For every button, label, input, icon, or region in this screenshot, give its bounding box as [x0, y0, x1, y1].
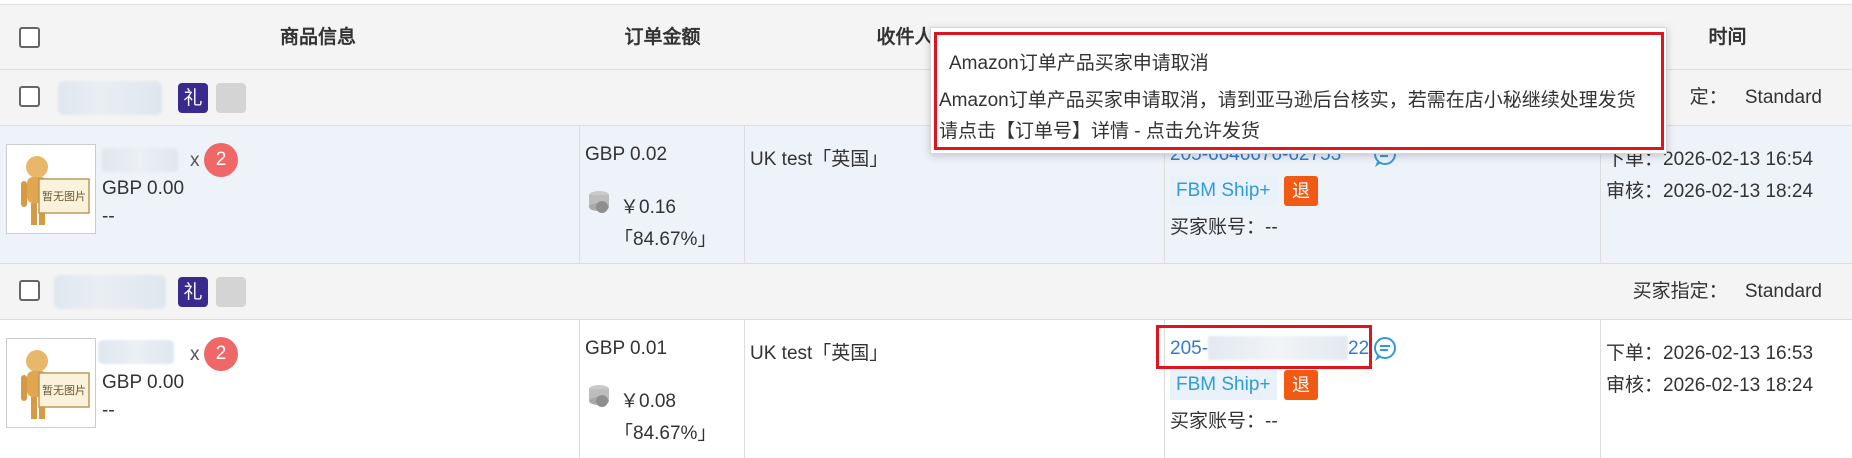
tooltip-highlight	[934, 32, 1664, 150]
buyer-account: 买家账号：--	[1170, 212, 1278, 239]
buyer-spec: 定： Standard	[1690, 70, 1822, 126]
order-group-header: 礼 买家指定： Standard	[0, 264, 1852, 320]
no-image-icon: 暂无图片	[7, 145, 95, 233]
buyer-spec: 买家指定： Standard	[1633, 264, 1822, 320]
placed-label: 下单：	[1606, 343, 1664, 364]
product-image[interactable]: 暂无图片	[6, 144, 96, 234]
buyer-spec-label: 定：	[1689, 87, 1728, 108]
buyer-account-value: --	[1265, 217, 1278, 238]
no-image-label: 暂无图片	[42, 190, 86, 203]
buyer-account-label: 买家账号：	[1170, 217, 1266, 238]
margin-value: 「84.67%」	[614, 229, 717, 250]
flag-icon	[216, 83, 246, 113]
store-name-redacted	[54, 275, 166, 309]
flag-icon	[216, 277, 246, 307]
coin-icon	[589, 191, 609, 213]
sku-extra: --	[102, 400, 115, 421]
refund-badge: 退	[1284, 176, 1318, 206]
order-amount: GBP 0.02	[585, 144, 668, 165]
coin-icon	[589, 385, 609, 407]
margin-value: 「84.67%」	[614, 423, 717, 444]
audit-time: 审核：2026-02-13 18:24	[1606, 176, 1813, 203]
ship-tag: FBM Ship+	[1170, 176, 1277, 206]
buyer-account-label: 买家账号：	[1170, 411, 1266, 432]
group-checkbox[interactable]	[19, 280, 40, 301]
audit-label: 审核：	[1606, 375, 1664, 396]
unit-price: GBP 0.00	[102, 178, 185, 199]
qty-prefix: x	[190, 150, 200, 171]
audit-value: 2026-02-13 18:24	[1663, 181, 1814, 202]
recipient-name: UK test「英国」	[750, 343, 889, 364]
table-row: 暂无图片 x 2 GBP 0.00 -- GBP 0.01 ￥0.08 「84.…	[0, 320, 1852, 458]
buyer-spec-label: 买家指定：	[1632, 281, 1728, 302]
gift-icon: 礼	[178, 83, 208, 113]
ship-tag: FBM Ship+	[1170, 370, 1277, 400]
refund-badge: 退	[1284, 370, 1318, 400]
placed-value: 2026-02-13 16:54	[1663, 149, 1814, 170]
buyer-spec-value: Standard	[1744, 87, 1822, 108]
audit-time: 审核：2026-02-13 18:24	[1606, 370, 1813, 397]
no-image-label: 暂无图片	[42, 384, 86, 397]
header-product-info: 商品信息	[279, 27, 356, 48]
qty-badge: 2	[204, 143, 238, 177]
header-order-amount: 订单金额	[624, 27, 701, 48]
recipient-name: UK test「英国」	[750, 149, 889, 170]
gift-icon: 礼	[178, 277, 208, 307]
store-name-redacted	[58, 81, 162, 115]
order-number-highlight	[1156, 325, 1372, 369]
group-checkbox[interactable]	[19, 86, 40, 107]
audit-value: 2026-02-13 18:24	[1663, 375, 1814, 396]
cost-value: ￥0.16	[620, 197, 676, 218]
header-time: 时间	[1708, 27, 1747, 48]
product-image[interactable]: 暂无图片	[6, 338, 96, 428]
placed-value: 2026-02-13 16:53	[1663, 343, 1814, 364]
sku-extra: --	[102, 206, 115, 227]
buyer-spec-value: Standard	[1744, 281, 1822, 302]
buyer-account-value: --	[1265, 411, 1278, 432]
qty-prefix: x	[190, 344, 200, 365]
sku-redacted	[102, 148, 178, 172]
cost-value: ￥0.08	[620, 391, 676, 412]
select-all-checkbox[interactable]	[19, 27, 40, 48]
sku-redacted	[98, 340, 174, 364]
no-image-icon: 暂无图片	[7, 339, 95, 427]
placed-time: 下单：2026-02-13 16:53	[1606, 338, 1813, 365]
chat-icon[interactable]	[1372, 336, 1398, 362]
orders-table: 商品信息 订单金额 收件人 时间 礼 定： Standard 暂无图片 x 2 …	[0, 0, 1852, 458]
audit-label: 审核：	[1606, 181, 1664, 202]
order-amount: GBP 0.01	[585, 338, 668, 359]
qty-badge: 2	[204, 337, 238, 371]
buyer-account: 买家账号：--	[1170, 406, 1278, 433]
unit-price: GBP 0.00	[102, 372, 185, 393]
